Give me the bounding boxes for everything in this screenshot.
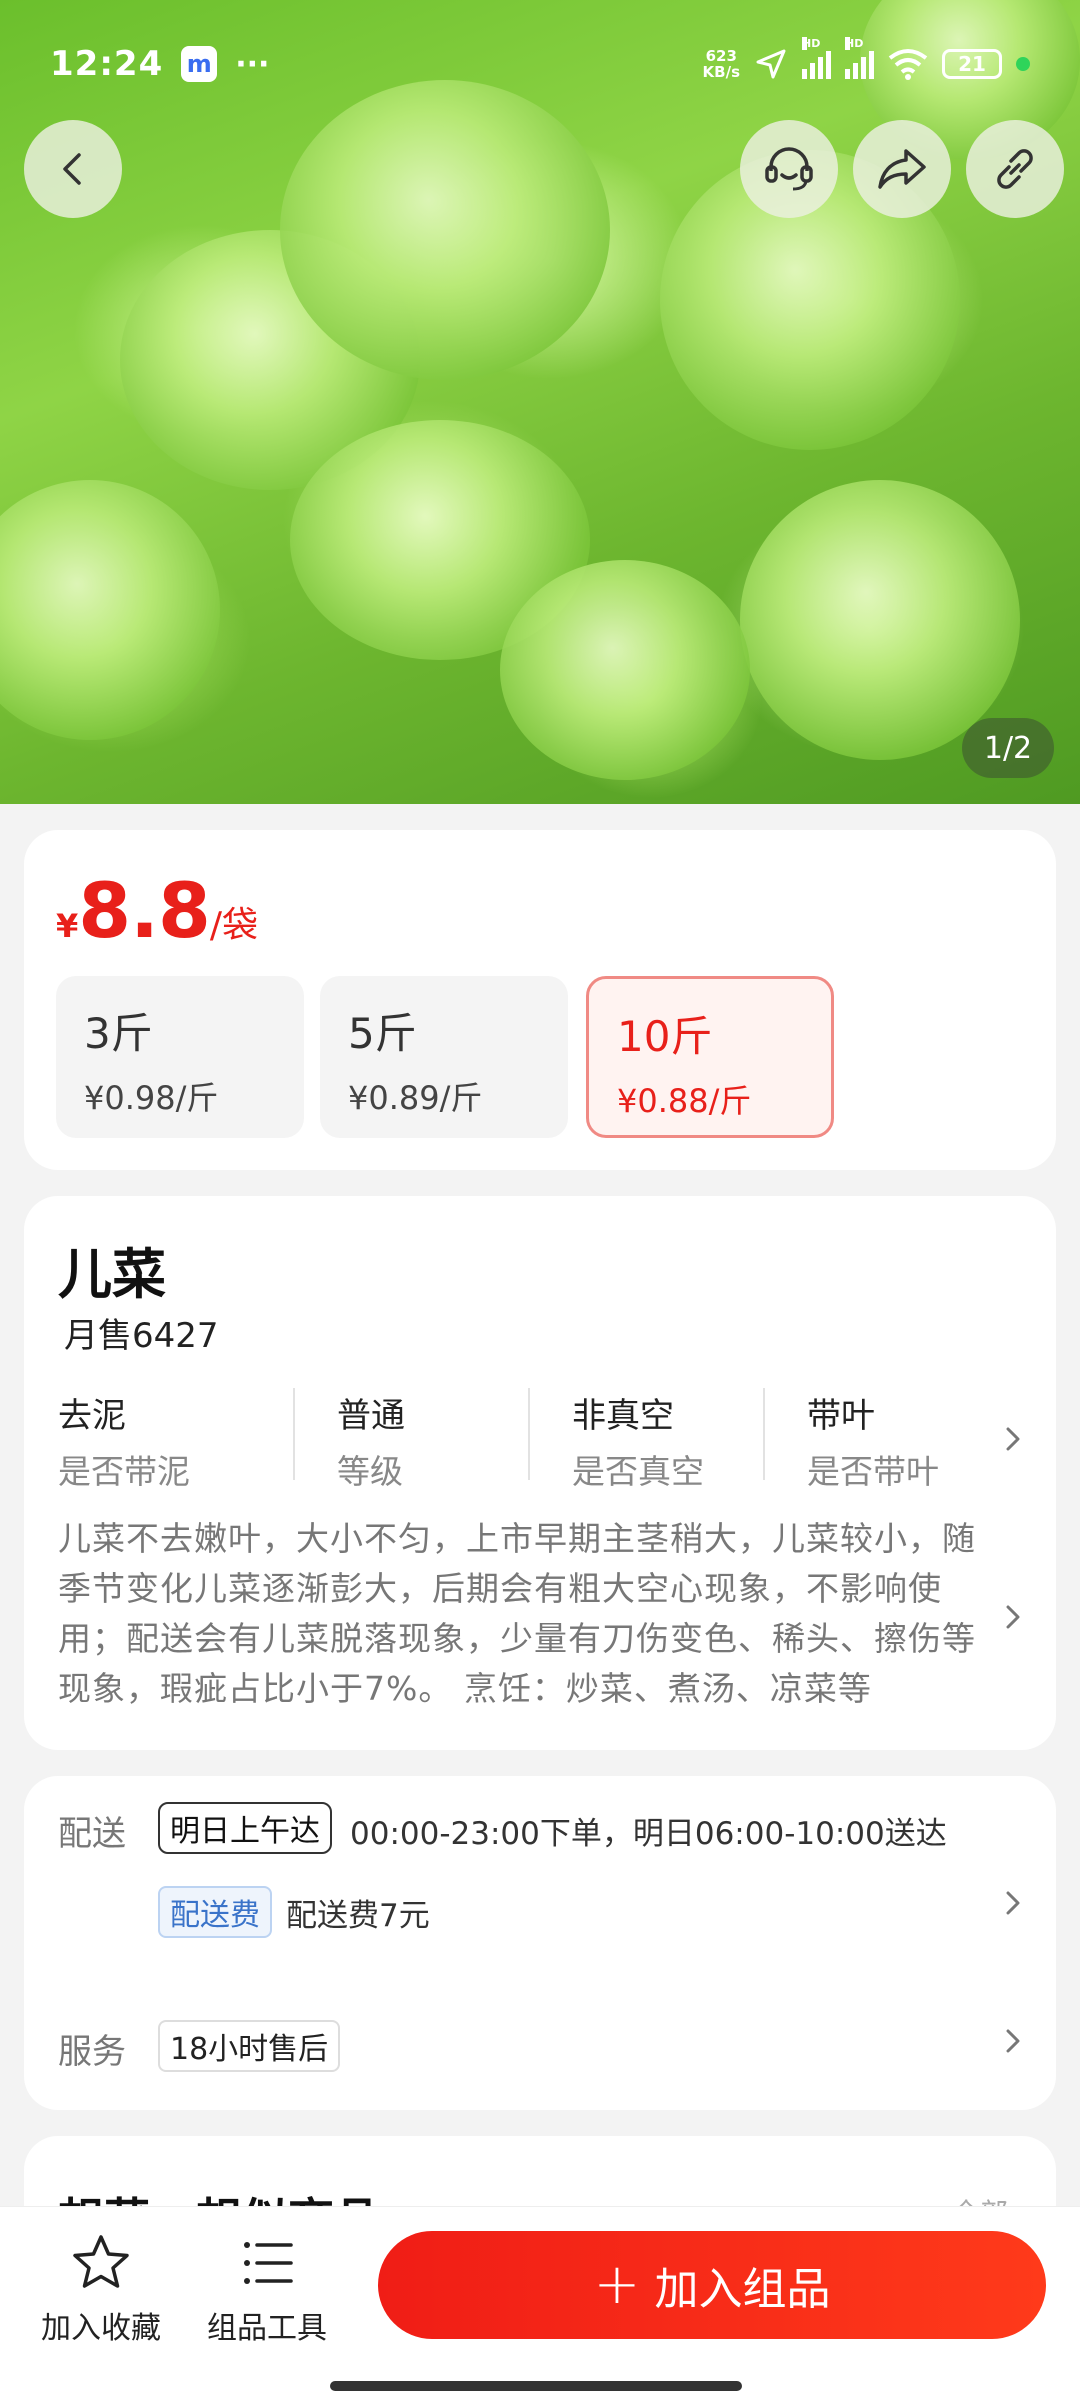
battery-icon: 21: [942, 49, 1002, 79]
delivery-schedule: 00:00-23:00下单，明日06:00-10:00送达: [350, 1816, 947, 1852]
service-label: 服务: [58, 2032, 126, 2072]
price: ¥ 8.8 /袋: [56, 866, 259, 955]
price-card: ¥ 8.8 /袋 3斤 ¥0.98/斤 5斤 ¥0.89/斤 10斤 ¥0.88…: [24, 830, 1056, 1170]
share-button[interactable]: [853, 120, 951, 218]
signal-icon: HD: [802, 37, 831, 79]
wifi-icon: [888, 49, 928, 80]
attribute-item: 带叶 是否带叶: [763, 1388, 963, 1491]
list-icon: [244, 2242, 293, 2284]
product-description: 儿菜不去嫩叶，大小不匀，上市早期主茎稍大，儿菜较小，随季节变化儿菜逐渐彭大，后期…: [58, 1519, 976, 1708]
attribute-item: 去泥 是否带泥: [58, 1396, 190, 1491]
more-notifications-icon: ···: [235, 46, 270, 82]
app-notification-icon: m: [181, 46, 218, 82]
chevron-right-icon[interactable]: [998, 2026, 1028, 2056]
spec-option-3jin[interactable]: 3斤 ¥0.98/斤: [56, 976, 304, 1138]
signal-icon-2: HD: [845, 37, 874, 79]
status-time: 12:24: [50, 44, 164, 84]
location-icon: [756, 49, 786, 79]
status-bar: 12:24 m ··· 623 KB/s HD HD 21: [0, 0, 1080, 128]
link-icon: [997, 149, 1033, 189]
delivery-fee-tag: 配送费: [158, 1886, 272, 1938]
product-name: 儿菜: [58, 1243, 166, 1306]
delivery-label: 配送: [58, 1814, 126, 1854]
plus-icon: +: [593, 2252, 641, 2317]
attribute-item: 非真空 是否真空: [528, 1388, 763, 1491]
bottom-action-bar: 加入收藏 组品工具 + 加入组品: [0, 2206, 1080, 2403]
spec-option-5jin[interactable]: 5斤 ¥0.89/斤: [320, 976, 568, 1138]
image-counter: 1/2: [962, 718, 1054, 778]
chevron-right-icon[interactable]: [998, 1424, 1028, 1454]
share-icon: [878, 149, 926, 189]
chevron-right-icon[interactable]: [998, 1602, 1028, 1632]
monthly-sales: 月售6427: [64, 1316, 219, 1356]
spec-option-10jin[interactable]: 10斤 ¥0.88/斤: [586, 976, 834, 1138]
service-tag: 18小时售后: [158, 2020, 341, 2072]
delivery-fee-text: 配送费7元: [286, 1898, 430, 1934]
star-icon: [73, 2235, 129, 2288]
attribute-item: 普通 等级: [293, 1388, 528, 1491]
chevron-right-icon[interactable]: [998, 1888, 1028, 1918]
attribute-list[interactable]: 去泥 是否带泥 普通 等级 非真空 是否真空 带叶 是否带叶: [58, 1388, 963, 1491]
back-button[interactable]: [24, 120, 122, 218]
delivery-tag: 明日上午达: [158, 1802, 332, 1854]
privacy-indicator: [1016, 57, 1030, 71]
customer-service-button[interactable]: [740, 120, 838, 218]
tools-button[interactable]: 组品工具: [182, 2231, 352, 2347]
add-to-group-button[interactable]: + 加入组品: [378, 2231, 1046, 2339]
copy-link-button[interactable]: [966, 120, 1064, 218]
delivery-card[interactable]: 配送 明日上午达 00:00-23:00下单，明日06:00-10:00送达 配…: [24, 1776, 1056, 2110]
product-detail-page: 12:24 m ··· 623 KB/s HD HD 21 1/2 ¥ 8.8 …: [0, 0, 1080, 2403]
headset-icon: [765, 147, 813, 191]
network-speed: 623 KB/s: [702, 47, 740, 81]
product-info-card: 儿菜 月售6427 去泥 是否带泥 普通 等级 非真空 是否真空 带叶 是否带叶…: [24, 1196, 1056, 1750]
home-indicator[interactable]: [330, 2381, 742, 2391]
chevron-left-icon: [63, 153, 81, 185]
favorite-button[interactable]: 加入收藏: [16, 2231, 186, 2347]
